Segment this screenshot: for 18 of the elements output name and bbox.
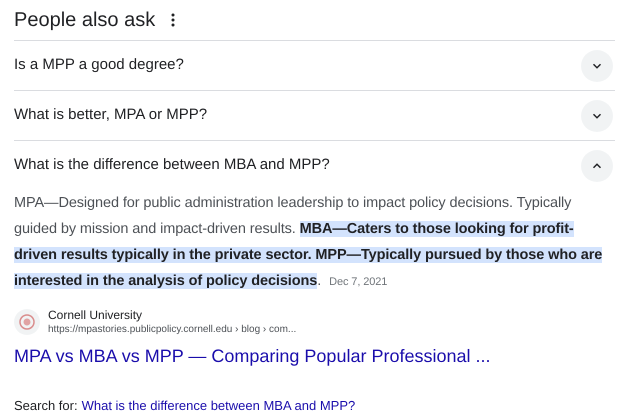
expand-button[interactable]	[581, 100, 613, 132]
expand-button[interactable]	[581, 50, 613, 82]
search-query-link[interactable]: What is the difference between MBA and MPP?	[82, 396, 356, 414]
question-text: Is a MPP a good degree?	[14, 55, 184, 76]
question-row[interactable]: What is better, MPA or MPP?	[14, 90, 615, 140]
section-heading: People also ask	[14, 8, 156, 33]
expand-button[interactable]	[581, 150, 613, 182]
question-row[interactable]: Is a MPP a good degree?	[14, 40, 615, 90]
search-for-label: Search for:	[14, 397, 78, 414]
question-row[interactable]: What is the difference between MBA and MPP?	[14, 140, 615, 190]
source-url: https://mpastories.publicpolicy.cornell.edu › blog › com...	[48, 323, 296, 337]
question-text: What is the difference between MBA and MPP?	[14, 155, 330, 176]
site-logo-icon	[14, 309, 40, 335]
answer-text: MPA—Designed for public administration leadership to impact policy decisions. Typically guided by mission and impact-driven results. MBA—Caters to those looking for profit-driven results typically in the private sector. MPP—Typically pursued by those who are interested in the analysis of policy decisions. Dec 7, 2021	[14, 194, 604, 291]
result-title-link[interactable]: MPA vs MBA vs MPP — Comparing Popular Professional ...	[14, 343, 615, 370]
more-options-icon[interactable]	[171, 13, 176, 27]
question-text: What is better, MPA or MPP?	[14, 105, 208, 126]
source-name: Cornell University	[48, 307, 144, 323]
